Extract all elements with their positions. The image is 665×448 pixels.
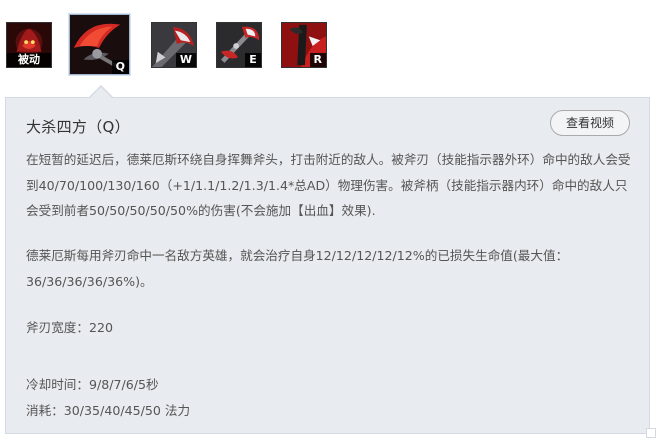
skill-title: 大杀四方（Q） xyxy=(26,118,130,136)
skill-heal-description: 德莱厄斯每用斧刃命中一名敌方英雄，就会治疗自身12/12/12/12/12%的已… xyxy=(26,248,569,289)
skill-w[interactable]: W xyxy=(151,22,197,68)
cooldown-cost-stats: 冷却时间：9/8/7/6/5秒 消耗：30/35/40/45/50 法力 xyxy=(26,377,191,418)
corner-marker xyxy=(646,428,656,438)
skill-key-label: W xyxy=(175,53,196,67)
skill-description: 在短暂的延迟后，德莱厄斯环绕自身挥舞斧头，打击附近的敌人。被斧刃（技能指示器外环… xyxy=(26,152,631,218)
skill-key-label: R xyxy=(309,53,326,67)
skill-key-label: E xyxy=(245,53,261,67)
skill-q[interactable]: Q xyxy=(68,13,131,76)
axe-width-stat: 斧刃宽度：220 xyxy=(26,320,114,335)
skill-r[interactable]: R xyxy=(281,22,327,68)
skill-passive[interactable]: 被动 xyxy=(6,22,52,68)
skill-key-label: 被动 xyxy=(7,53,51,67)
skill-tooltip-panel: 大杀四方（Q） 查看视频 在短暂的延迟后，德莱厄斯环绕自身挥舞斧头，打击附近的敌… xyxy=(5,97,650,434)
view-video-button[interactable]: 查看视频 xyxy=(550,110,630,136)
skill-key-label: Q xyxy=(111,60,129,74)
tooltip-pointer-fill xyxy=(89,87,113,99)
skill-e[interactable]: E xyxy=(216,22,262,68)
